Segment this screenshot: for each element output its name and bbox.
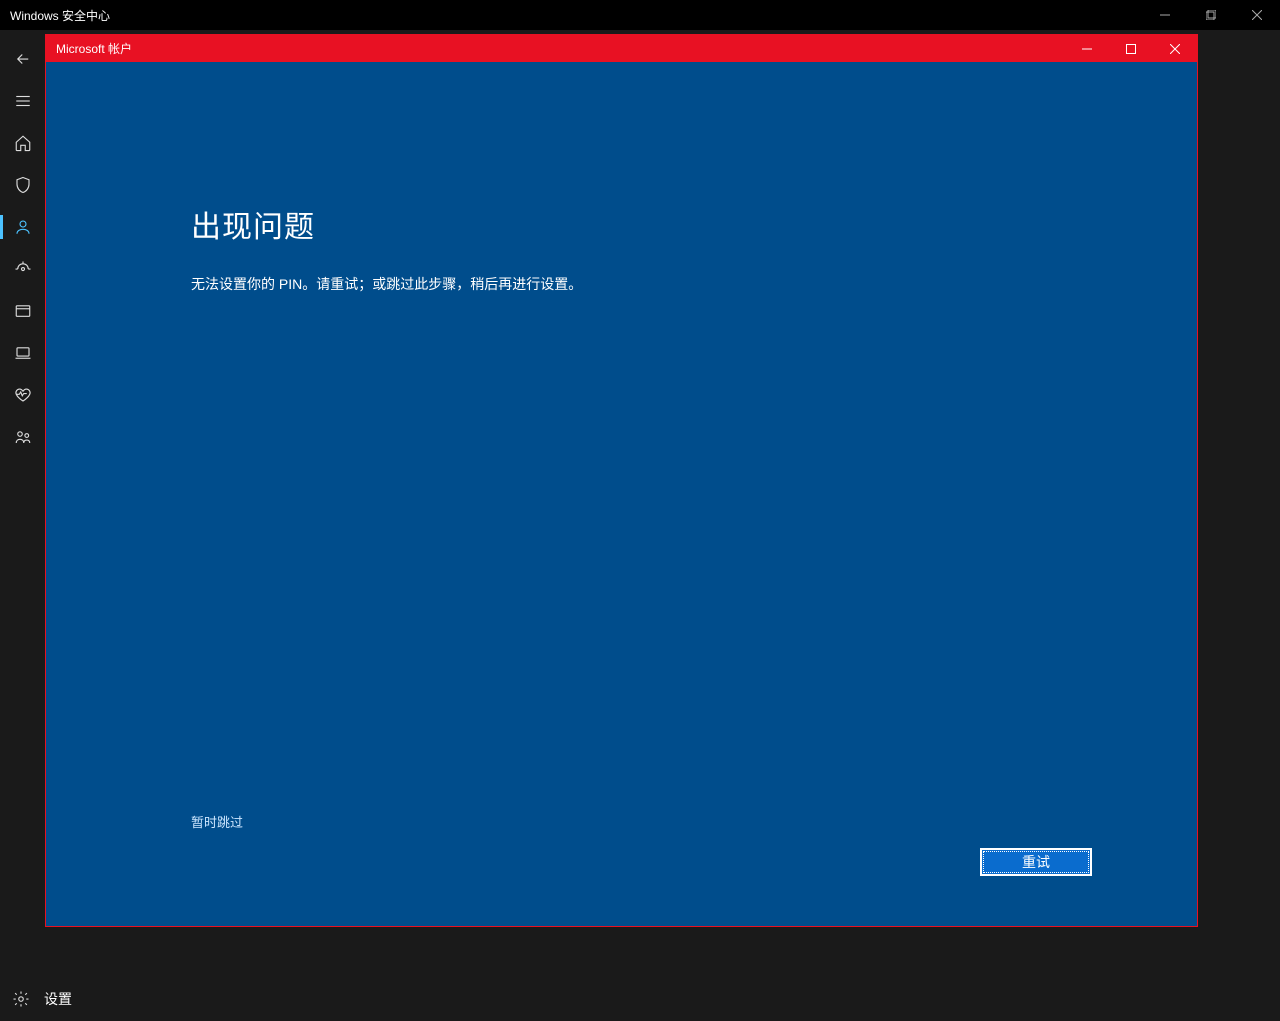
dialog-message: 无法设置你的 PIN。请重试；或跳过此步骤，稍后再进行设置。 (191, 274, 1197, 294)
close-icon (1170, 44, 1180, 54)
retry-button[interactable]: 重试 (980, 848, 1092, 876)
minimize-icon (1160, 10, 1170, 20)
settings-label: 设置 (44, 989, 72, 1009)
sidebar (0, 30, 45, 1021)
dialog-window-controls (1065, 35, 1197, 62)
sidebar-item-virus[interactable] (0, 164, 45, 206)
close-button[interactable] (1234, 0, 1280, 30)
dialog-maximize-button[interactable] (1109, 35, 1153, 62)
home-icon (14, 134, 32, 152)
sidebar-item-settings[interactable]: 设置 (0, 976, 310, 1021)
dialog-titlebar: Microsoft 帐户 (46, 35, 1197, 62)
dialog-window: Microsoft 帐户 出现问题 无法设置你的 PIN。请重试；或跳过此步骤，… (45, 34, 1198, 927)
maximize-icon (1206, 10, 1216, 20)
app-window-controls (1142, 0, 1280, 30)
firewall-icon (14, 260, 32, 278)
app-title: Windows 安全中心 (10, 7, 110, 24)
content-area: Microsoft 帐户 出现问题 无法设置你的 PIN。请重试；或跳过此步骤，… (45, 30, 1280, 1021)
app-titlebar: Windows 安全中心 (0, 0, 1280, 30)
sidebar-item-home[interactable] (0, 122, 45, 164)
app-browser-icon (14, 302, 32, 320)
sidebar-item-account[interactable] (0, 206, 45, 248)
skip-link[interactable]: 暂时跳过 (191, 812, 243, 831)
maximize-button[interactable] (1188, 0, 1234, 30)
dialog-minimize-button[interactable] (1065, 35, 1109, 62)
dialog-title: Microsoft 帐户 (56, 40, 132, 57)
back-arrow-icon (14, 50, 32, 68)
dialog-heading: 出现问题 (191, 202, 1197, 246)
person-icon (14, 218, 32, 236)
dialog-content: 出现问题 无法设置你的 PIN。请重试；或跳过此步骤，稍后再进行设置。 暂时跳过… (46, 62, 1197, 926)
sidebar-item-family[interactable] (0, 416, 45, 458)
sidebar-item-firewall[interactable] (0, 248, 45, 290)
menu-button[interactable] (0, 80, 45, 122)
back-button[interactable] (0, 38, 45, 80)
device-icon (14, 344, 32, 362)
family-icon (14, 428, 32, 446)
maximize-icon (1126, 44, 1136, 54)
dialog-close-button[interactable] (1153, 35, 1197, 62)
close-icon (1252, 10, 1262, 20)
heart-icon (14, 386, 32, 404)
minimize-icon (1082, 44, 1092, 54)
sidebar-item-device[interactable] (0, 332, 45, 374)
gear-icon (12, 990, 30, 1008)
sidebar-item-appcontrol[interactable] (0, 290, 45, 332)
shield-icon (14, 176, 32, 194)
sidebar-item-performance[interactable] (0, 374, 45, 416)
hamburger-icon (14, 92, 32, 110)
minimize-button[interactable] (1142, 0, 1188, 30)
